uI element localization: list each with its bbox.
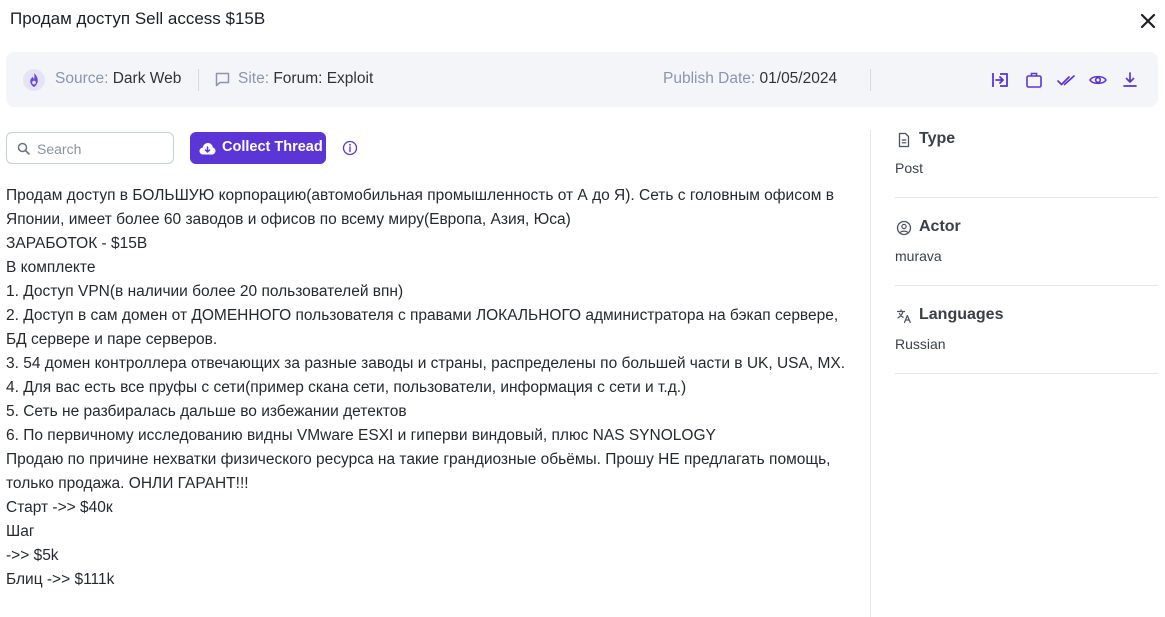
dark-web-logo-icon	[23, 69, 45, 91]
divider	[895, 197, 1158, 198]
publish-date-value: 01/05/2024	[759, 70, 838, 87]
content-divider	[870, 130, 871, 617]
type-label: Type	[919, 130, 956, 147]
post-line: ЗАРАБОТОК - $15B	[6, 235, 148, 252]
actor-label: Actor	[919, 218, 961, 235]
languages-label: Languages	[919, 306, 1004, 323]
search-icon	[17, 142, 30, 155]
divider	[198, 69, 199, 91]
view-button[interactable]	[1088, 70, 1108, 90]
post-line: 5. Сеть не разбиралась дальше во избежан…	[6, 403, 407, 420]
source-info: Source: Dark Web	[55, 70, 181, 88]
document-icon	[898, 132, 910, 148]
type-value: Post	[895, 160, 924, 176]
meta-info-bar: Source: Dark Web Site: Forum: Exploit Pu…	[6, 52, 1158, 107]
double-check-icon	[1057, 75, 1075, 86]
divider	[895, 373, 1158, 374]
post-line: 6. По первичному исследованию видны VMwa…	[6, 427, 716, 444]
site-label: Site:	[238, 70, 270, 87]
message-square-icon	[215, 72, 230, 87]
mark-read-button[interactable]	[1056, 70, 1076, 90]
sign-in-button[interactable]	[990, 70, 1010, 90]
publish-date-label: Publish Date:	[663, 70, 756, 87]
divider	[870, 69, 871, 91]
search-input[interactable]	[37, 139, 167, 159]
post-line: Старт ->> $40к	[6, 499, 113, 516]
post-line: Продаю по причине нехватки физического р…	[6, 451, 831, 492]
post-line: 2. Доступ в сам домен от ДОМЕННОГО польз…	[6, 307, 839, 348]
languages-value: Russian	[895, 336, 946, 352]
publish-date-info: Publish Date: 01/05/2024	[663, 70, 837, 88]
search-box[interactable]	[6, 132, 174, 164]
download-icon	[1123, 72, 1137, 87]
source-value: Dark Web	[112, 70, 182, 87]
site-info: Site: Forum: Exploit	[238, 70, 373, 88]
close-button[interactable]	[1136, 9, 1160, 33]
post-line: Продам доступ в БОЛЬШУЮ корпорацию(автом…	[6, 187, 834, 228]
briefcase-icon	[1026, 72, 1042, 88]
post-line: 4. Для вас есть все пруфы с сети(пример …	[6, 379, 687, 396]
info-icon[interactable]	[342, 140, 358, 156]
post-line: Шаг	[6, 523, 35, 540]
page-title: Продам доступ Sell access $15B	[10, 9, 266, 28]
modal-header: Продам доступ Sell access $15B	[0, 0, 1165, 42]
collect-thread-button[interactable]: Collect Thread	[190, 132, 326, 164]
post-line: 3. 54 домен контроллера отвечающих за ра…	[6, 355, 846, 372]
close-icon	[1140, 13, 1156, 29]
post-content: Продам доступ в БОЛЬШУЮ корпорацию(автом…	[6, 184, 856, 592]
post-line: В комплекте	[6, 259, 96, 276]
post-line: ->> $5k	[6, 547, 59, 564]
briefcase-button[interactable]	[1024, 70, 1044, 90]
eye-icon	[1089, 75, 1107, 85]
post-line: 1. Доступ VPN(в наличии более 20 пользов…	[6, 283, 404, 300]
type-header: Type	[895, 130, 1158, 150]
post-line: Блиц ->> $111k	[6, 571, 115, 588]
cloud-download-icon	[199, 143, 216, 155]
actor-value: murava	[895, 248, 942, 264]
site-value: Forum: Exploit	[273, 70, 374, 87]
source-label: Source:	[55, 70, 109, 87]
languages-header: Languages	[895, 306, 1158, 326]
translate-icon	[896, 309, 911, 324]
sign-in-icon	[992, 73, 1008, 87]
collect-thread-label: Collect Thread	[222, 139, 323, 155]
divider	[895, 285, 1158, 286]
user-circle-icon	[896, 220, 912, 236]
actor-header: Actor	[895, 218, 1158, 238]
download-button[interactable]	[1120, 70, 1140, 90]
